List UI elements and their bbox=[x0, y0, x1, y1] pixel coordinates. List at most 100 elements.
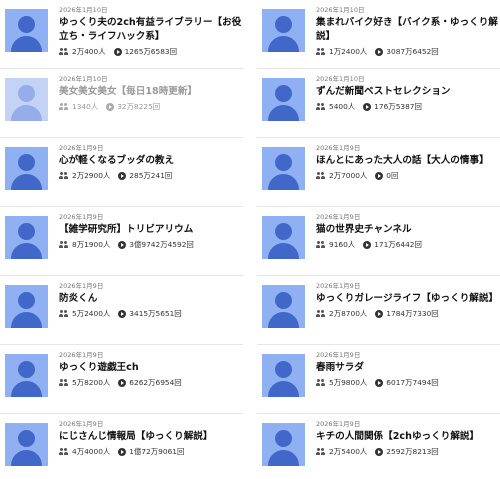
channel-date: 2026年1月10日 bbox=[316, 6, 365, 14]
avatar-body-icon bbox=[268, 174, 299, 190]
view-count: 3415万5651回 bbox=[118, 309, 182, 319]
channel-avatar[interactable] bbox=[262, 216, 305, 259]
play-circle-icon bbox=[375, 379, 384, 387]
channel-card[interactable]: 2026年1月10日 集まれバイク好き【バイク系・ゆっくり解説】 1万2400人… bbox=[257, 0, 500, 69]
subscriber-count: 2万2900人 bbox=[59, 171, 110, 181]
subscriber-count: 5万2400人 bbox=[59, 309, 110, 319]
avatar-body-icon bbox=[268, 243, 299, 259]
channel-card[interactable]: 2026年1月10日 ゆっくり夫の2ch有益ライブラリー【お役立ち・ライフハック… bbox=[0, 0, 243, 69]
channel-stats: 5万2400人 3415万5651回 bbox=[59, 309, 243, 319]
play-circle-icon bbox=[118, 310, 127, 318]
view-count: 2592万8213回 bbox=[375, 447, 439, 457]
channel-info: 2026年1月9日 猫の世界史チャンネル 9160人 171万6442回 bbox=[316, 213, 500, 250]
channel-card[interactable]: 2026年1月9日 心が軽くなるブッダの教え 2万2900人 285万241回 bbox=[0, 138, 243, 207]
people-icon bbox=[59, 448, 69, 456]
subscriber-count-value: 5400人 bbox=[329, 102, 356, 111]
channel-avatar[interactable] bbox=[262, 354, 305, 397]
channel-title[interactable]: ゆっくり遊戯王ch bbox=[59, 361, 243, 375]
channel-avatar[interactable] bbox=[5, 354, 48, 397]
view-count: 1265万6583回 bbox=[113, 47, 177, 57]
subscriber-count-value: 8万1900人 bbox=[72, 240, 111, 249]
channel-avatar[interactable] bbox=[262, 9, 305, 52]
channel-title[interactable]: ずんだ新聞ベストセレクション bbox=[316, 85, 500, 99]
channel-avatar[interactable] bbox=[5, 216, 48, 259]
channel-info: 2026年1月9日 キチの人間関係【2chゆっくり解説】 2万5400人 259… bbox=[316, 420, 500, 457]
channel-avatar[interactable] bbox=[262, 423, 305, 466]
channel-title[interactable]: 【雑学研究所】トリビアリウム bbox=[59, 223, 243, 237]
subscriber-count: 9160人 bbox=[316, 240, 355, 250]
avatar-head-icon bbox=[18, 361, 35, 378]
view-count-value: 0回 bbox=[386, 171, 399, 180]
channel-title[interactable]: 美女美女美女【毎日18時更新】 bbox=[59, 85, 243, 99]
view-count-value: 285万241回 bbox=[129, 171, 173, 180]
channel-avatar[interactable] bbox=[5, 147, 48, 190]
channel-stats: 5400人 176万5387回 bbox=[316, 102, 500, 112]
view-count: 285万241回 bbox=[118, 171, 172, 181]
channel-card[interactable]: 2026年1月10日 ずんだ新聞ベストセレクション 5400人 176万5387… bbox=[257, 69, 500, 138]
people-icon bbox=[316, 48, 326, 56]
subscriber-count: 5400人 bbox=[316, 102, 355, 112]
channel-avatar[interactable] bbox=[262, 147, 305, 190]
avatar-head-icon bbox=[275, 85, 292, 102]
channel-title[interactable]: 集まれバイク好き【バイク系・ゆっくり解説】 bbox=[316, 16, 500, 44]
channel-title[interactable]: 猫の世界史チャンネル bbox=[316, 223, 500, 237]
subscriber-count: 5万8200人 bbox=[59, 378, 110, 388]
avatar-body-icon bbox=[11, 381, 42, 397]
channel-title[interactable]: にじさんじ情報局【ゆっくり解説】 bbox=[59, 430, 243, 444]
channel-info: 2026年1月9日 ほんとにあった大人の話【大人の情事】 2万7000人 0回 bbox=[316, 144, 500, 181]
channel-info: 2026年1月10日 ずんだ新聞ベストセレクション 5400人 176万5387… bbox=[316, 75, 500, 112]
view-count-value: 1784万7330回 bbox=[386, 309, 439, 318]
channel-date: 2026年1月9日 bbox=[316, 420, 361, 428]
channel-stats: 9160人 171万6442回 bbox=[316, 240, 500, 250]
channel-card[interactable]: 2026年1月9日 キチの人間関係【2chゆっくり解説】 2万5400人 259… bbox=[257, 414, 500, 479]
view-count-value: 3087万6452回 bbox=[386, 47, 439, 56]
channel-title[interactable]: ゆっくり夫の2ch有益ライブラリー【お役立ち・ライフハック系】 bbox=[59, 16, 243, 44]
channel-stats: 2万7000人 0回 bbox=[316, 171, 500, 181]
channel-title[interactable]: ゆっくりガレージライフ【ゆっくり解説】 bbox=[316, 292, 500, 306]
channel-card[interactable]: 2026年1月9日 ゆっくり遊戯王ch 5万8200人 6262万6954回 bbox=[0, 345, 243, 414]
subscriber-count: 4万4000人 bbox=[59, 447, 110, 457]
channel-title[interactable]: 春雨サラダ bbox=[316, 361, 500, 375]
play-circle-icon bbox=[118, 172, 127, 180]
people-icon bbox=[59, 310, 69, 318]
channel-title[interactable]: 防炎くん bbox=[59, 292, 243, 306]
channel-info: 2026年1月9日 春雨サラダ 5万9800人 6017万7494回 bbox=[316, 351, 500, 388]
avatar-body-icon bbox=[11, 36, 42, 52]
subscriber-count-value: 1340人 bbox=[72, 102, 99, 111]
channel-avatar[interactable] bbox=[5, 9, 48, 52]
channel-card[interactable]: 2026年1月9日 猫の世界史チャンネル 9160人 171万6442回 bbox=[257, 207, 500, 276]
play-circle-icon bbox=[375, 448, 384, 456]
channel-info: 2026年1月9日 【雑学研究所】トリビアリウム 8万1900人 3億9742万… bbox=[59, 213, 243, 250]
channel-info: 2026年1月10日 集まれバイク好き【バイク系・ゆっくり解説】 1万2400人… bbox=[316, 6, 500, 57]
channel-stats: 8万1900人 3億9742万4592回 bbox=[59, 240, 243, 250]
channel-date: 2026年1月9日 bbox=[316, 282, 361, 290]
play-circle-icon bbox=[363, 241, 372, 249]
avatar-head-icon bbox=[18, 430, 35, 447]
channel-date: 2026年1月9日 bbox=[316, 144, 361, 152]
channel-title[interactable]: ほんとにあった大人の話【大人の情事】 bbox=[316, 154, 500, 168]
people-icon bbox=[316, 103, 326, 111]
channel-card[interactable]: 2026年1月10日 美女美女美女【毎日18時更新】 1340人 32万8225… bbox=[0, 69, 243, 138]
channel-info: 2026年1月9日 ゆっくりガレージライフ【ゆっくり解説】 2万8700人 17… bbox=[316, 282, 500, 319]
channel-avatar[interactable] bbox=[5, 423, 48, 466]
channel-title[interactable]: キチの人間関係【2chゆっくり解説】 bbox=[316, 430, 500, 444]
channel-card[interactable]: 2026年1月9日 にじさんじ情報局【ゆっくり解説】 4万4000人 1億72万… bbox=[0, 414, 243, 479]
channel-card[interactable]: 2026年1月9日 ゆっくりガレージライフ【ゆっくり解説】 2万8700人 17… bbox=[257, 276, 500, 345]
subscriber-count-value: 5万8200人 bbox=[72, 378, 111, 387]
channel-avatar[interactable] bbox=[262, 78, 305, 121]
channel-info: 2026年1月9日 防炎くん 5万2400人 3415万5651回 bbox=[59, 282, 243, 319]
channel-avatar[interactable] bbox=[5, 285, 48, 328]
channel-card[interactable]: 2026年1月9日 ほんとにあった大人の話【大人の情事】 2万7000人 0回 bbox=[257, 138, 500, 207]
people-icon bbox=[59, 48, 69, 56]
people-icon bbox=[59, 241, 69, 249]
channel-title[interactable]: 心が軽くなるブッダの教え bbox=[59, 154, 243, 168]
avatar-head-icon bbox=[18, 85, 35, 102]
channel-card[interactable]: 2026年1月9日 【雑学研究所】トリビアリウム 8万1900人 3億9742万… bbox=[0, 207, 243, 276]
channel-avatar[interactable] bbox=[5, 78, 48, 121]
avatar-body-icon bbox=[268, 450, 299, 466]
channel-card[interactable]: 2026年1月9日 春雨サラダ 5万9800人 6017万7494回 bbox=[257, 345, 500, 414]
channel-avatar[interactable] bbox=[262, 285, 305, 328]
view-count-value: 6262万6954回 bbox=[129, 378, 182, 387]
people-icon bbox=[59, 172, 69, 180]
channel-card[interactable]: 2026年1月9日 防炎くん 5万2400人 3415万5651回 bbox=[0, 276, 243, 345]
